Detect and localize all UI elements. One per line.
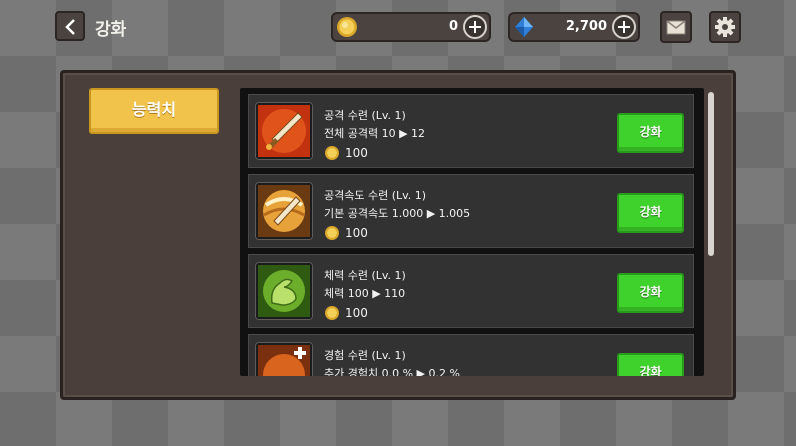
cost-amount: 100	[345, 226, 368, 240]
attack-speed-icon	[256, 183, 312, 239]
back-button[interactable]	[55, 11, 85, 41]
add-gems-button[interactable]	[612, 15, 636, 39]
cost-amount: 100	[345, 146, 368, 160]
gold-amount: 0	[448, 19, 458, 34]
tab-stats-label: 능력치	[131, 100, 177, 119]
add-gold-button[interactable]	[463, 15, 487, 39]
settings-button[interactable]	[709, 11, 741, 43]
page-title: 강화	[95, 20, 127, 40]
exp-plus-icon	[256, 343, 312, 376]
upgrade-stat: 전체 공격력 10 ▶ 12	[324, 127, 426, 140]
top-bar: 강화 0 2,700	[0, 0, 796, 56]
upgrade-stat: 체력 100 ▶ 110	[324, 287, 406, 300]
upgrade-button[interactable]: 강화	[617, 273, 684, 313]
flexed-arm-icon	[256, 263, 312, 319]
upgrade-button[interactable]: 강화	[617, 113, 684, 153]
sword-attack-icon	[256, 103, 312, 159]
upgrade-name: 체력 수련 (Lv. 1)	[324, 269, 406, 282]
upgrade-card-attack: 공격 수련 (Lv. 1) 전체 공격력 10 ▶ 12 100 강화	[248, 94, 694, 168]
upgrade-name: 경험 수련 (Lv. 1)	[324, 349, 406, 362]
gold-coin-icon	[325, 226, 339, 240]
tab-stats[interactable]: 능력치	[89, 88, 219, 134]
gear-icon	[715, 17, 735, 37]
upgrade-stat: 기본 공격속도 1.000 ▶ 1.005	[324, 207, 471, 220]
blue-gem-icon	[515, 17, 533, 37]
upgrade-name: 공격 수련 (Lv. 1)	[324, 109, 406, 122]
list-scrollbar[interactable]	[708, 92, 714, 256]
gold-counter: 0	[331, 12, 491, 42]
upgrade-card-health: 체력 수련 (Lv. 1) 체력 100 ▶ 110 100 강화	[248, 254, 694, 328]
gold-coin-icon	[337, 17, 357, 37]
gem-amount: 2,700	[565, 19, 607, 34]
mail-button[interactable]	[660, 11, 692, 43]
mail-envelope-icon	[666, 20, 686, 35]
upgrade-name: 공격속도 수련 (Lv. 1)	[324, 189, 427, 202]
chevron-left-icon	[65, 19, 75, 35]
upgrade-card-experience: 경험 수련 (Lv. 1) 추가 경험치 0.0 % ▶ 0.2 % 100 강…	[248, 334, 694, 376]
upgrade-stat: 추가 경험치 0.0 % ▶ 0.2 %	[324, 367, 460, 376]
upgrade-list[interactable]: 공격 수련 (Lv. 1) 전체 공격력 10 ▶ 12 100 강화 공격속도…	[240, 88, 704, 376]
upgrade-button[interactable]: 강화	[617, 193, 684, 233]
upgrade-button[interactable]: 강화	[617, 353, 684, 376]
cost-amount: 100	[345, 306, 368, 320]
gold-coin-icon	[325, 146, 339, 160]
gem-counter: 2,700	[508, 12, 640, 42]
upgrade-card-attack-speed: 공격속도 수련 (Lv. 1) 기본 공격속도 1.000 ▶ 1.005 10…	[248, 174, 694, 248]
gold-coin-icon	[325, 306, 339, 320]
